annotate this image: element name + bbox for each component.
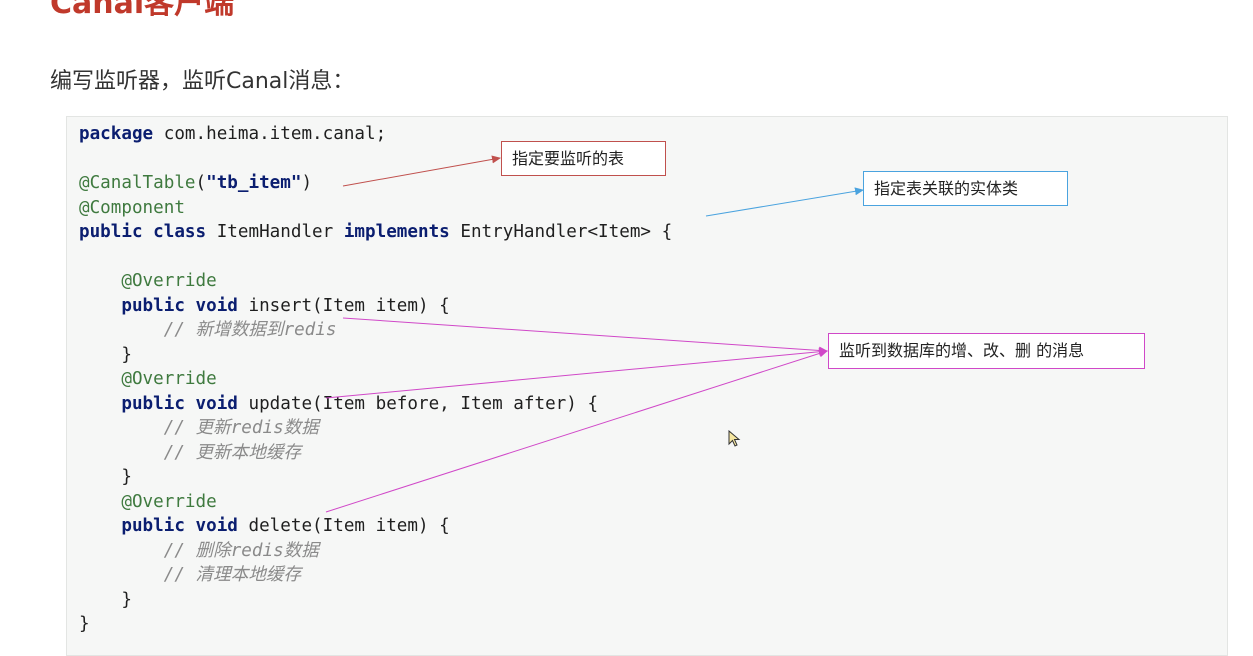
arrow-insert — [342, 317, 828, 355]
callout-events: 监听到数据库的增、改、删 的消息 — [828, 333, 1145, 369]
callout-table-text: 指定要监听的表 — [512, 149, 625, 168]
callout-entity: 指定表关联的实体类 — [863, 171, 1068, 206]
arrow-delete — [325, 349, 828, 513]
arrow-update — [325, 347, 828, 399]
arrow-entity — [705, 187, 864, 217]
callout-table: 指定要监听的表 — [501, 141, 666, 176]
callout-events-text: 监听到数据库的增、改、删 的消息 — [839, 341, 1085, 360]
annotation-arrows — [325, 155, 864, 513]
arrow-table — [342, 155, 501, 187]
mouse-cursor-icon — [728, 430, 741, 447]
callout-entity-text: 指定表关联的实体类 — [874, 179, 1019, 198]
